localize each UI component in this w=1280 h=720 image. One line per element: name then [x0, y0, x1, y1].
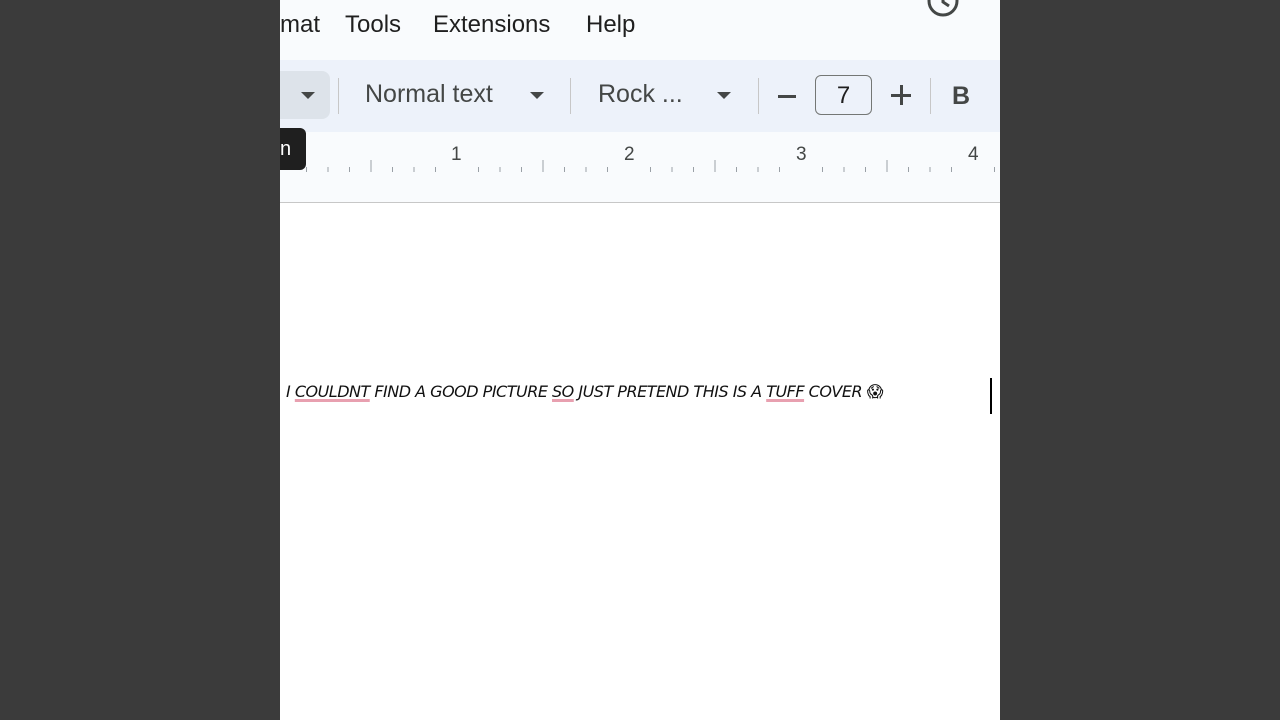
spellcheck-word[interactable]: SO	[552, 382, 574, 401]
document-text-line[interactable]: I COULDNT FIND A GOOD PICTURE SO JUST PR…	[286, 382, 883, 401]
chevron-down-icon	[717, 92, 731, 99]
font-family-dropdown[interactable]: Rock ...	[584, 74, 746, 118]
zoom-dropdown[interactable]	[280, 71, 330, 119]
toolbar: Normal text Rock ... 7 B	[280, 60, 1000, 132]
docs-editor-viewport: mat Tools Extensions Help Normal text Ro…	[280, 0, 1000, 720]
toolbar-divider	[570, 78, 571, 114]
toolbar-divider	[930, 78, 931, 114]
paragraph-style-label: Normal text	[365, 80, 493, 108]
toolbar-divider	[338, 78, 339, 114]
ruler-mark: 2	[624, 144, 635, 165]
toolbar-divider	[758, 78, 759, 114]
menu-bar: mat Tools Extensions Help	[280, 0, 1000, 60]
horizontal-ruler[interactable]: 1 2 3 4	[280, 132, 1000, 203]
ruler-ticks	[306, 160, 995, 172]
document-text: COVER	[804, 382, 867, 401]
document-text: JUST PRETEND THIS IS A	[573, 382, 767, 401]
paragraph-style-dropdown[interactable]: Normal text	[352, 74, 558, 118]
decrease-font-size-button[interactable]	[774, 82, 802, 110]
menu-tools[interactable]: Tools	[345, 10, 401, 40]
menu-help[interactable]: Help	[586, 10, 635, 40]
spellcheck-word[interactable]: TUFF	[766, 382, 804, 401]
document-text: FIND A GOOD PICTURE	[369, 382, 553, 401]
ruler-mark: 3	[796, 144, 807, 165]
document-text: I	[286, 382, 295, 401]
chevron-down-icon	[530, 92, 544, 99]
menu-format[interactable]: mat	[280, 10, 320, 40]
text-cursor	[990, 378, 992, 414]
font-family-label: Rock ...	[598, 80, 683, 108]
chevron-down-icon	[301, 92, 315, 99]
screaming-face-emoji: 😱	[866, 382, 884, 401]
increase-font-size-button[interactable]	[888, 82, 914, 108]
tooltip: n	[280, 128, 306, 170]
menu-extensions[interactable]: Extensions	[433, 10, 550, 40]
ruler-mark: 4	[968, 144, 979, 165]
bold-button[interactable]: B	[952, 80, 976, 112]
history-icon[interactable]	[926, 0, 960, 18]
ruler-mark: 1	[451, 144, 462, 165]
spellcheck-word[interactable]: COULDNT	[295, 382, 370, 401]
font-size-input[interactable]: 7	[815, 75, 872, 115]
tooltip-text: n	[280, 138, 292, 160]
